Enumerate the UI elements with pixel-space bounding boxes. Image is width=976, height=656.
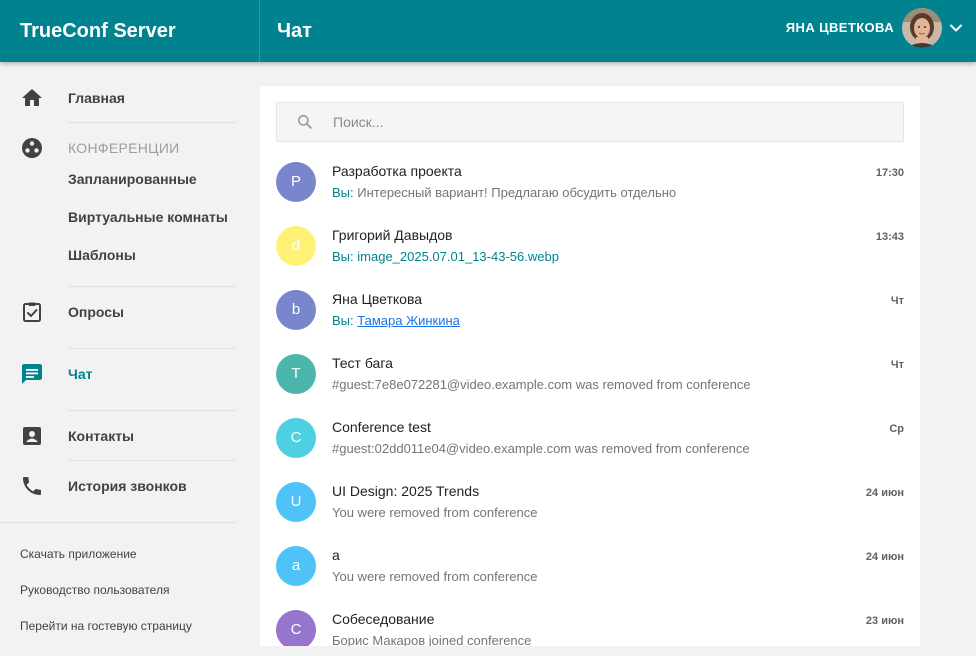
user-manual-link[interactable]: Руководство пользователя — [20, 578, 169, 602]
sidebar-item-label: История звонков — [68, 478, 187, 494]
chat-preview: Вы: Интересный вариант! Предлагаю обсуди… — [332, 185, 902, 200]
chat-list-item[interactable]: C Conference test Ср #guest:02dd011e04@vide… — [260, 406, 920, 470]
chat-timestamp: Ср — [889, 423, 904, 435]
divider — [68, 286, 236, 287]
contacts-icon — [23, 427, 41, 445]
sidebar-item-label: Главная — [68, 90, 125, 106]
search-input[interactable] — [333, 103, 893, 141]
top-bar: TrueConf Server Чат ЯНА ЦВЕТКОВА — [0, 0, 976, 62]
chat-list-item[interactable]: U UI Design: 2025 Trends 24 июн You were re… — [260, 470, 920, 534]
chat-panel: P Разработка проекта 17:30 Вы: Интересный в… — [260, 86, 920, 646]
chat-avatar: C — [276, 418, 316, 458]
chat-icon — [22, 364, 42, 384]
search-box[interactable] — [276, 102, 904, 142]
chat-avatar: U — [276, 482, 316, 522]
chat-list-item[interactable]: T Тест бага Чт #guest:7e8e072281@video.exam… — [260, 342, 920, 406]
divider — [68, 122, 236, 123]
sidebar-item-templates[interactable]: Шаблоны — [68, 239, 136, 271]
chat-list-item[interactable]: b Яна Цветкова Чт Вы: Тамара Жинкина — [260, 278, 920, 342]
download-app-link[interactable]: Скачать приложение — [20, 542, 137, 566]
sidebar-item-polls[interactable]: Опросы — [0, 292, 256, 332]
chat-avatar: a — [276, 546, 316, 586]
chat-name: Conference test — [332, 419, 431, 435]
sender-prefix: Вы: — [332, 185, 354, 200]
sidebar-item-chat[interactable]: Чат — [0, 354, 256, 394]
sidebar-section-conferences: КОНФЕРЕНЦИИ — [0, 128, 256, 168]
chat-name: Яна Цветкова — [332, 291, 423, 307]
chat-avatar: b — [276, 290, 316, 330]
chat-preview: Борис Макаров joined conference — [332, 633, 902, 646]
top-bar-divider — [259, 0, 260, 62]
divider — [68, 410, 236, 411]
sidebar-item-label: Опросы — [68, 304, 125, 320]
chevron-down-icon[interactable] — [946, 18, 966, 38]
chat-list-item[interactable]: d Григорий Давыдов 13:43 Вы: image_2025.07.… — [260, 214, 920, 278]
chat-name: Тест бага — [332, 355, 393, 371]
chat-preview: Вы: image_2025.07.01_13-43-56.webp — [332, 249, 902, 264]
chat-list: P Разработка проекта 17:30 Вы: Интересный в… — [260, 150, 920, 646]
chat-preview: #guest:02dd011e04@video.example.com was … — [332, 441, 902, 456]
chat-timestamp: Чт — [890, 359, 904, 371]
message-text: Борис Макаров joined conference — [332, 633, 532, 646]
sidebar-item-label: Чат — [68, 366, 93, 382]
chat-avatar: T — [276, 354, 316, 394]
sender-prefix: Вы: — [332, 313, 354, 328]
chat-timestamp: 24 июн — [865, 551, 904, 563]
file-attachment-link[interactable]: image_2025.07.01_13-43-56.webp — [357, 249, 559, 264]
sidebar-item-virtual-rooms[interactable]: Виртуальные комнаты — [68, 201, 228, 233]
user-avatar[interactable] — [902, 8, 942, 48]
message-text: #guest:7e8e072281@video.example.com was … — [332, 377, 751, 392]
chat-name: Разработка проекта — [332, 163, 462, 179]
chat-name: a — [332, 547, 340, 563]
sidebar-section-label: КОНФЕРЕНЦИИ — [68, 140, 180, 156]
message-text: You were removed from conference — [332, 505, 538, 520]
chat-avatar: P — [276, 162, 316, 202]
conferences-icon — [22, 138, 42, 158]
guest-page-link[interactable]: Перейти на гостевую страницу — [20, 614, 192, 638]
user-name[interactable]: ЯНА ЦВЕТКОВА — [786, 0, 894, 56]
chat-timestamp: 24 июн — [865, 487, 904, 499]
chat-preview: Вы: Тамара Жинкина — [332, 313, 902, 328]
chat-avatar: C — [276, 610, 316, 646]
chat-list-item[interactable]: P Разработка проекта 17:30 Вы: Интересный в… — [260, 150, 920, 214]
divider — [0, 522, 236, 523]
message-text: #guest:02dd011e04@video.example.com was … — [332, 441, 750, 456]
search-icon — [297, 114, 312, 129]
chat-timestamp: 23 июн — [865, 615, 904, 627]
chat-timestamp: 13:43 — [875, 231, 904, 243]
chat-name: UI Design: 2025 Trends — [332, 483, 480, 499]
home-icon — [22, 89, 42, 106]
divider — [68, 460, 236, 461]
mention-link[interactable]: Тамара Жинкина — [357, 313, 460, 328]
sidebar: Главная КОНФЕРЕНЦИИ Запланированные Вирт… — [0, 62, 256, 656]
clipboard-check-icon — [23, 302, 41, 322]
message-text: You were removed from conference — [332, 569, 538, 584]
sender-prefix: Вы: — [332, 249, 354, 264]
chat-preview: You were removed from conference — [332, 505, 902, 520]
phone-icon — [23, 477, 41, 495]
chat-name: Собеседование — [332, 611, 435, 627]
sidebar-item-call-history[interactable]: История звонков — [0, 466, 256, 506]
sidebar-item-label: Контакты — [68, 428, 135, 444]
page-title: Чат — [277, 20, 312, 42]
chat-avatar: d — [276, 226, 316, 266]
chat-timestamp: 17:30 — [875, 167, 904, 179]
divider — [68, 348, 236, 349]
chat-timestamp: Чт — [890, 295, 904, 307]
chat-preview: You were removed from conference — [332, 569, 902, 584]
message-text: Интересный вариант! Предлагаю обсудить о… — [357, 185, 677, 200]
chat-preview: #guest:7e8e072281@video.example.com was … — [332, 377, 902, 392]
chat-list-item[interactable]: C Собеседование 23 июн Борис Макаров joined… — [260, 598, 920, 646]
sidebar-item-scheduled[interactable]: Запланированные — [68, 163, 197, 195]
chat-list-item[interactable]: a a 24 июн You were removed from conference — [260, 534, 920, 598]
chat-name: Григорий Давыдов — [332, 227, 453, 243]
sidebar-item-contacts[interactable]: Контакты — [0, 416, 256, 456]
brand-logo[interactable]: TrueConf Server — [20, 0, 176, 62]
avatar-photo — [902, 8, 942, 48]
sidebar-item-home[interactable]: Главная — [0, 78, 256, 118]
